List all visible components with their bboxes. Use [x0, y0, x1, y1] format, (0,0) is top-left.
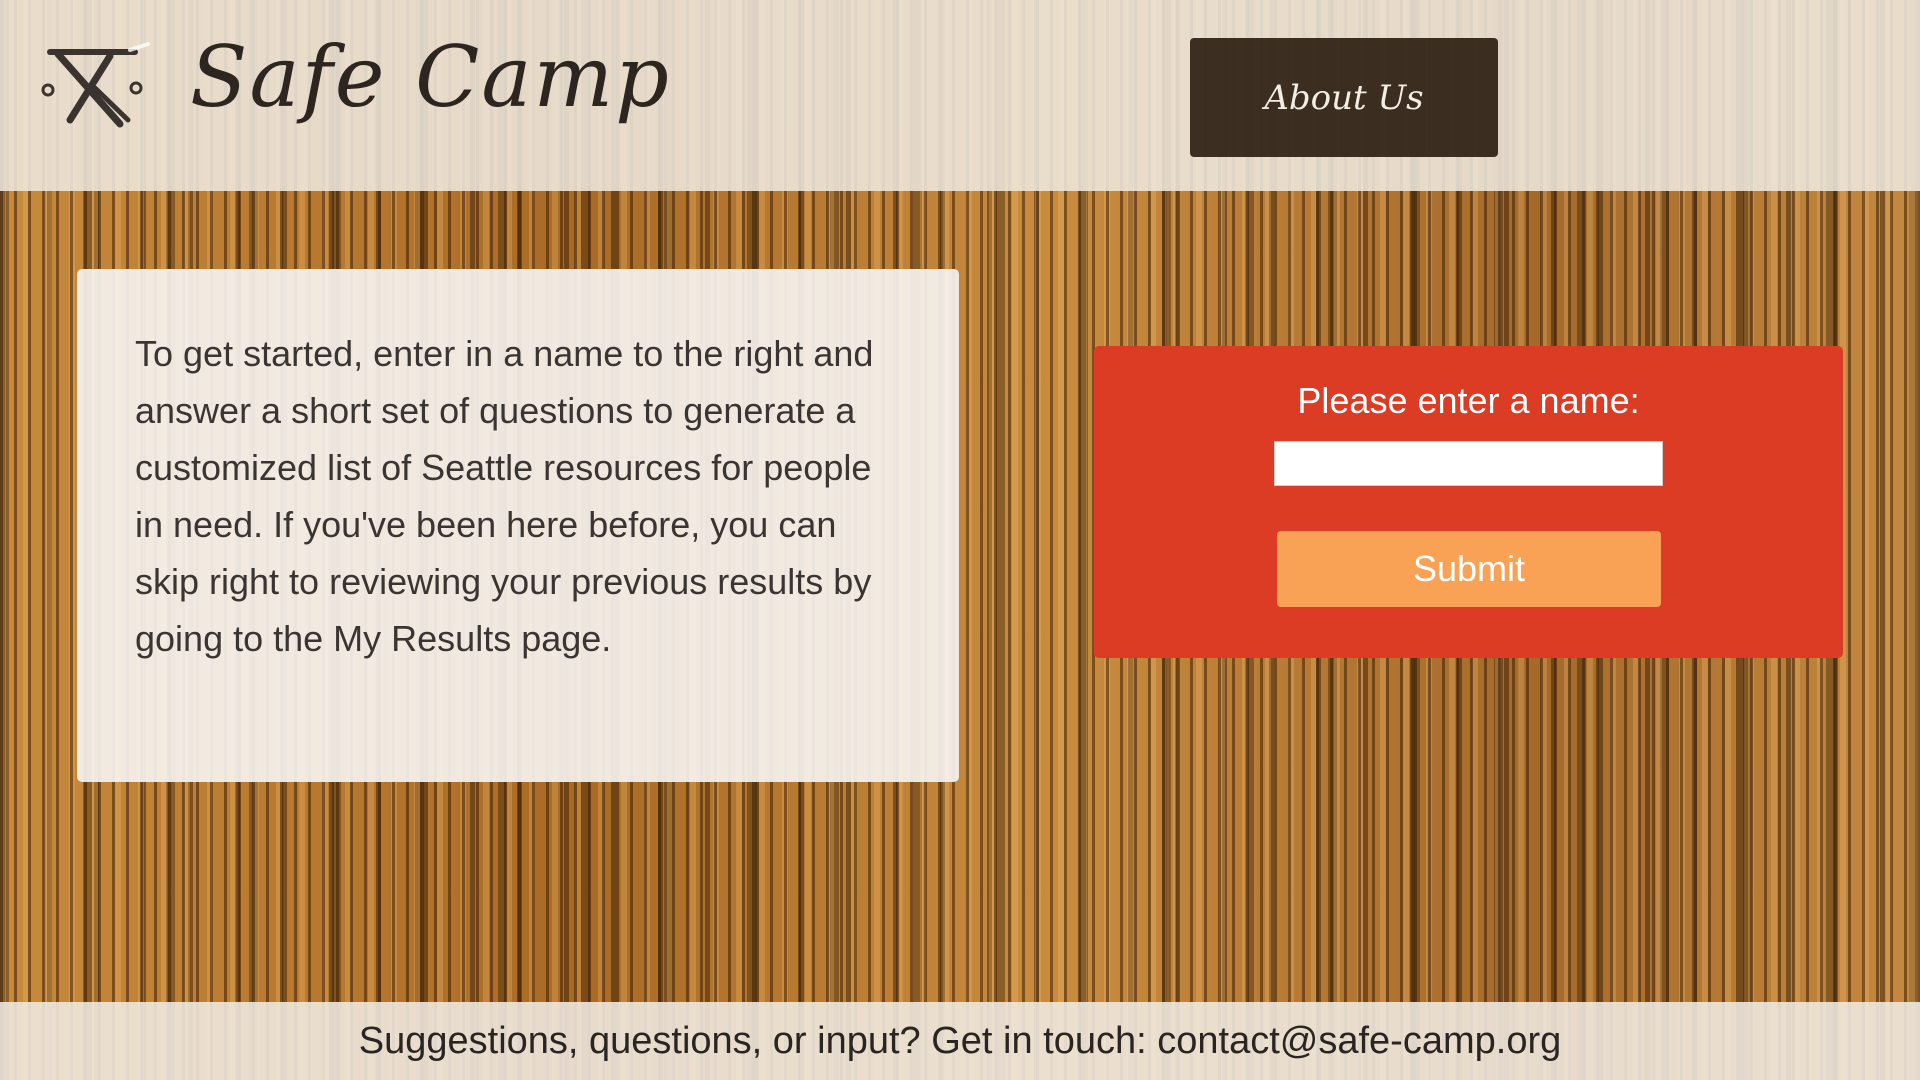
site-header: Safe Camp About Us — [0, 0, 1920, 191]
submit-button[interactable]: Submit — [1277, 531, 1661, 607]
name-entry-form: Please enter a name: Submit — [1094, 346, 1843, 658]
contact-email-link[interactable]: contact@safe-camp.org — [1157, 1020, 1561, 1062]
name-label: Please enter a name: — [1297, 380, 1640, 421]
site-footer: Suggestions, questions, or input? Get in… — [0, 1002, 1920, 1080]
intro-panel: To get started, enter in a name to the r… — [77, 269, 959, 782]
footer-prompt: Suggestions, questions, or input? Get in… — [358, 1019, 1158, 1062]
site-title[interactable]: Safe Camp — [190, 28, 671, 126]
footer-text: Suggestions, questions, or input? Get in… — [359, 1020, 1562, 1063]
crossed-sticks-logo-icon[interactable] — [40, 40, 150, 130]
about-us-button[interactable]: About Us — [1190, 38, 1498, 157]
name-input[interactable] — [1274, 441, 1663, 486]
intro-text: To get started, enter in a name to the r… — [135, 333, 874, 659]
